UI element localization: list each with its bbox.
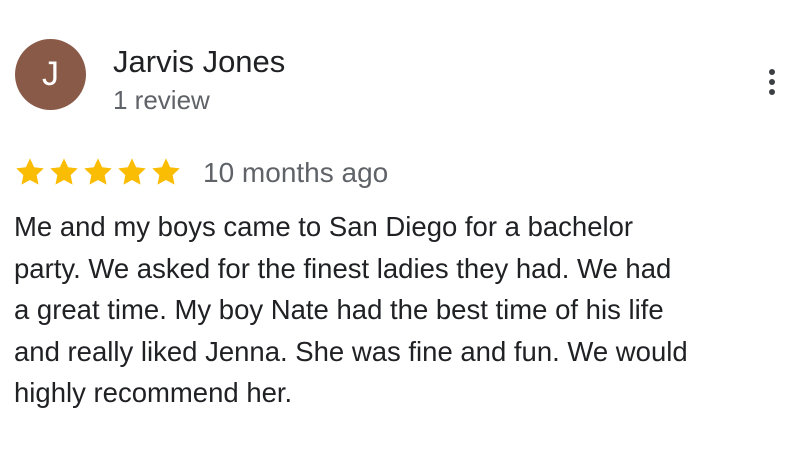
more-vertical-icon — [769, 89, 775, 95]
star-icon — [152, 158, 180, 185]
more-options-button[interactable] — [756, 62, 788, 102]
more-vertical-icon — [769, 69, 775, 75]
star-icon — [16, 158, 44, 185]
reviewer-name[interactable]: Jarvis Jones — [113, 44, 285, 80]
review-text: Me and my boys came to San Diego for a b… — [14, 211, 688, 408]
star-icon — [50, 158, 78, 185]
star-rating — [14, 155, 182, 189]
more-vertical-icon — [769, 79, 775, 85]
review-count: 1 review — [113, 85, 210, 115]
avatar[interactable]: J — [15, 39, 86, 110]
star-icon — [84, 158, 112, 185]
star-icon — [118, 158, 146, 185]
review-card: J Jarvis Jones 1 review 10 months ago Me… — [0, 0, 800, 450]
review-timestamp: 10 months ago — [203, 157, 389, 188]
